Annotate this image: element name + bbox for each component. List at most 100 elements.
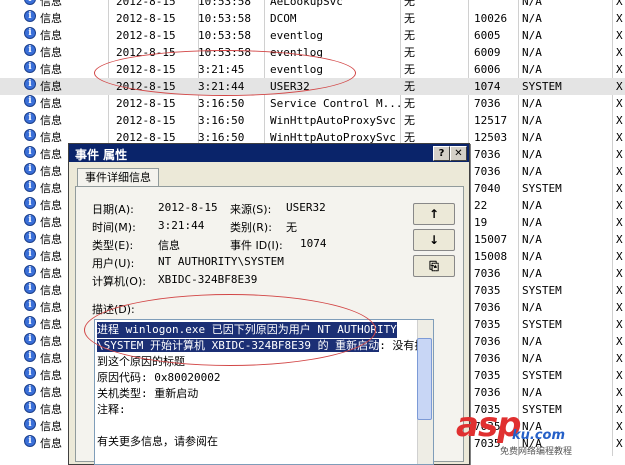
cell-time: 3:21:44: [198, 80, 245, 93]
info-icon: i: [24, 180, 36, 192]
cell-id: 7036: [474, 335, 501, 348]
cell-user: N/A: [522, 301, 542, 314]
cell-type: 信息: [40, 182, 62, 195]
tab-event-details[interactable]: 事件详细信息: [77, 168, 159, 187]
cell-type: 信息: [40, 46, 62, 59]
cell-user: N/A: [522, 131, 542, 144]
cell-type: 信息: [40, 12, 62, 25]
cell-date: 2012-8-15: [116, 114, 176, 127]
copy-button[interactable]: ⎘: [413, 255, 455, 277]
cell-id: 7035: [474, 284, 501, 297]
info-icon: i: [24, 248, 36, 260]
info-icon: i: [24, 214, 36, 226]
cell-type: 信息: [40, 335, 62, 348]
eventid-label: 事件 ID(I):: [230, 239, 283, 252]
table-row[interactable]: i 信息 2012-8-15 10:53:58 AeLookupSvc 无 N/A X: [0, 0, 625, 10]
cell-user: N/A: [522, 165, 542, 178]
cell-date: 2012-8-15: [116, 12, 176, 25]
category-value: 无: [286, 221, 297, 234]
desc-line-2-selected: \SYSTEM 开始计算机 XBIDC-324BF8E39 的 重新启动: [97, 339, 380, 352]
eventid-value: 1074: [300, 237, 327, 250]
desc-line-1: 进程 winlogon.exe 已因下列原因为用户 NT AUTHORITY: [97, 322, 397, 338]
cell-id: 7035: [474, 369, 501, 382]
cell-source: Service Control M...: [270, 97, 403, 110]
cell-time: 10:53:58: [198, 29, 251, 42]
cell-time: 3:16:50: [198, 97, 245, 110]
cell-x: X: [616, 63, 623, 76]
info-icon: i: [24, 27, 36, 39]
cell-category: 无: [404, 12, 415, 25]
cell-user: SYSTEM: [522, 403, 562, 416]
cell-id: 7035: [474, 318, 501, 331]
cell-x: X: [616, 97, 623, 110]
help-button[interactable]: ?: [433, 146, 450, 161]
cell-time: 10:53:58: [198, 46, 251, 59]
cell-type: 信息: [40, 165, 62, 178]
scrollbar-thumb[interactable]: [417, 338, 432, 420]
cell-type: 信息: [40, 63, 62, 76]
cell-type: 信息: [40, 29, 62, 42]
source-label: 来源(S):: [230, 203, 272, 216]
cell-date: 2012-8-15: [116, 97, 176, 110]
user-label: 用户(U):: [92, 257, 135, 270]
cell-id: 7036: [474, 267, 501, 280]
previous-event-button[interactable]: ↑: [413, 203, 455, 225]
cell-x: X: [616, 335, 623, 348]
cell-x: X: [616, 114, 623, 127]
table-row[interactable]: i 信息 2012-8-15 10:53:58 eventlog 无 6005 N/A X: [0, 27, 625, 44]
description-scrollbar[interactable]: [417, 320, 433, 464]
cell-source: eventlog: [270, 29, 323, 42]
info-icon: i: [24, 299, 36, 311]
cell-user: N/A: [522, 267, 542, 280]
cell-x: X: [616, 352, 623, 365]
cell-type: 信息: [40, 250, 62, 263]
cell-category: 无: [404, 80, 415, 93]
cell-id: 6006: [474, 63, 501, 76]
info-icon: i: [24, 61, 36, 73]
cell-user: N/A: [522, 335, 542, 348]
table-row[interactable]: i 信息 2012-8-15 3:16:50 WinHttpAutoProxySvc 无 1…: [0, 112, 625, 129]
info-icon: i: [24, 146, 36, 158]
cell-id: 7036: [474, 386, 501, 399]
cell-type: 信息: [40, 437, 62, 450]
info-icon: i: [24, 231, 36, 243]
table-row[interactable]: i 信息 2012-8-15 3:21:44 USER32 无 1074 SYSTEM X: [0, 78, 625, 95]
cell-user: N/A: [522, 63, 542, 76]
cell-x: X: [616, 403, 623, 416]
cell-id: 7036: [474, 165, 501, 178]
cell-time: 10:53:58: [198, 0, 251, 8]
cell-type: 信息: [40, 97, 62, 110]
cell-user: SYSTEM: [522, 318, 562, 331]
cell-x: X: [616, 437, 623, 450]
desc-line-6: 注释:: [97, 403, 126, 416]
close-button[interactable]: ✕: [450, 146, 467, 161]
info-icon: i: [24, 129, 36, 141]
cell-x: X: [616, 318, 623, 331]
watermark-logo: asp: [456, 405, 522, 445]
cell-x: X: [616, 386, 623, 399]
cell-x: X: [616, 250, 623, 263]
next-event-button[interactable]: ↓: [413, 229, 455, 251]
cell-x: X: [616, 369, 623, 382]
info-icon: i: [24, 112, 36, 124]
cell-x: X: [616, 233, 623, 246]
dialog-titlebar[interactable]: 事件 属性 ? ✕: [69, 144, 469, 162]
desc-line-5: 关机类型: 重新启动: [97, 387, 199, 400]
cell-source: WinHttpAutoProxySvc: [270, 114, 396, 127]
cell-user: SYSTEM: [522, 80, 562, 93]
description-label: 描述(D):: [92, 303, 135, 316]
cell-id: 22: [474, 199, 488, 212]
info-icon: i: [24, 350, 36, 362]
table-row[interactable]: i 信息 2012-8-15 10:53:58 DCOM 无 10026 N/A X: [0, 10, 625, 27]
cell-id: 6005: [474, 29, 501, 42]
info-icon: i: [24, 0, 36, 5]
description-textbox[interactable]: 进程 winlogon.exe 已因下列原因为用户 NT AUTHORITY \…: [94, 319, 434, 465]
cell-x: X: [616, 301, 623, 314]
table-row[interactable]: i 信息 2012-8-15 10:53:58 eventlog 无 6009 N/A X: [0, 44, 625, 61]
table-row[interactable]: i 信息 2012-8-15 3:21:45 eventlog 无 6006 N/A X: [0, 61, 625, 78]
date-value: 2012-8-15: [158, 201, 218, 214]
info-icon: i: [24, 10, 36, 22]
cell-id: 12503: [474, 131, 508, 144]
table-row[interactable]: i 信息 2012-8-15 3:16:50 Service Control M... 无…: [0, 95, 625, 112]
cell-date: 2012-8-15: [116, 0, 176, 8]
